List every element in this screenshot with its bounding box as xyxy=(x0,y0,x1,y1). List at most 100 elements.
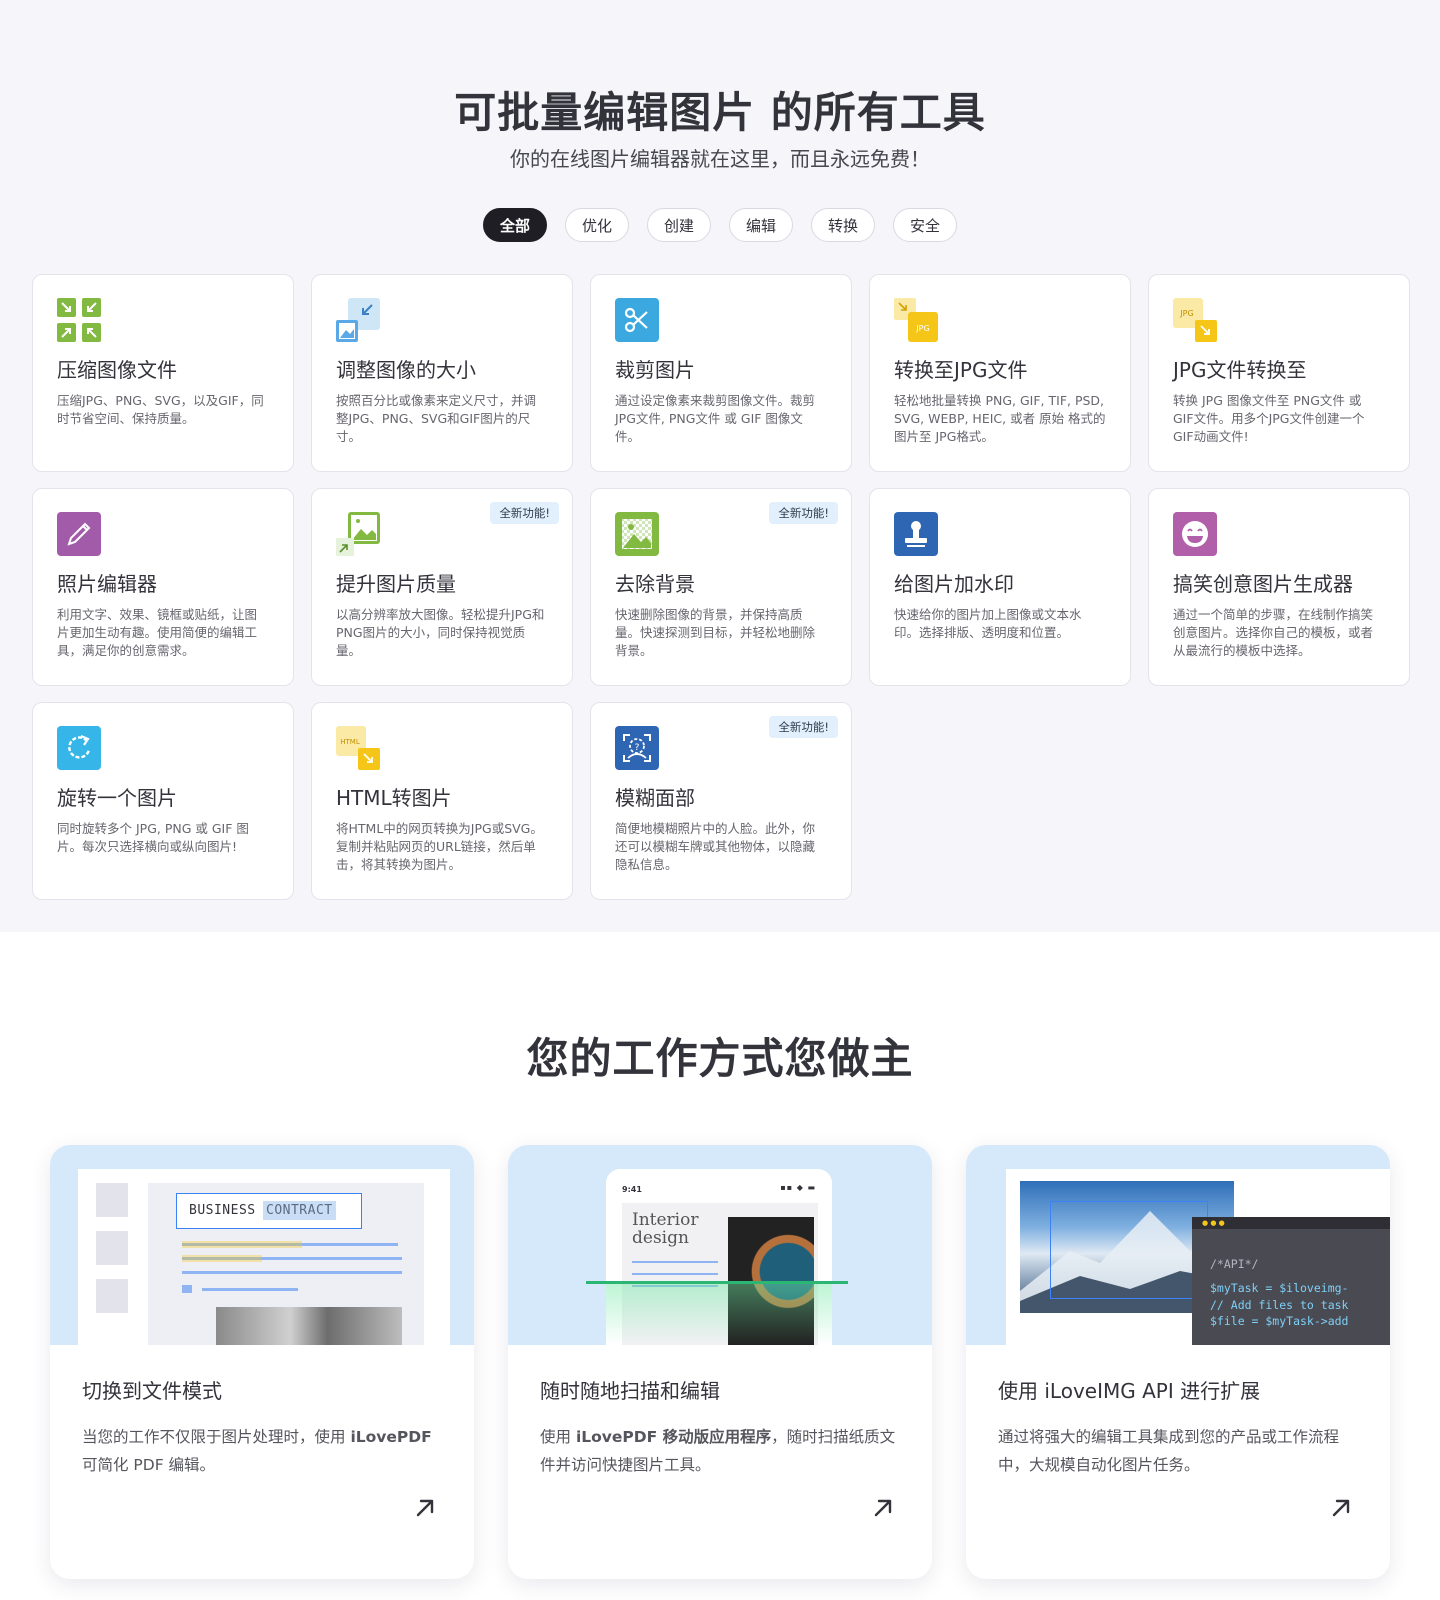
tool-card-11[interactable]: HTML HTML转图片将HTML中的网页转换为JPG或SVG。复制并粘贴网页的… xyxy=(311,702,573,900)
scan-text-line2: design xyxy=(632,1228,689,1248)
tool-title: 提升图片质量 xyxy=(336,572,456,596)
thumbnail-placeholder xyxy=(96,1231,128,1265)
tool-card-0[interactable]: 压缩图像文件压缩JPG、PNG、SVG，以及GIF，同时节省空间、保持质量。 xyxy=(32,274,294,472)
phone-illustration: 9:41 ▪▪ ◆ ▬ Interior design xyxy=(508,1145,932,1345)
filter-pill-3[interactable]: 编辑 xyxy=(729,208,794,242)
tool-title: 调整图像的大小 xyxy=(336,358,476,382)
filter-pill-1[interactable]: 优化 xyxy=(564,208,629,242)
text-line xyxy=(632,1273,718,1275)
work-card-desc: 当您的工作不仅限于图片处理时，使用 iLovePDF 可简化 PDF 编辑。 xyxy=(82,1428,432,1474)
new-feature-badge: 全新功能! xyxy=(490,502,559,524)
scissors-icon xyxy=(615,298,827,342)
thumbnail-placeholder xyxy=(96,1183,128,1217)
tool-description: 将HTML中的网页转换为JPG或SVG。复制并粘贴网页的URL链接，然后单击，将… xyxy=(336,821,543,872)
tool-title: 去除背景 xyxy=(615,572,695,596)
text-line xyxy=(632,1261,718,1263)
tool-description: 利用文字、效果、镜框或贴纸，让图片更加生动有趣。使用简便的编辑工具，满足你的创意… xyxy=(57,607,258,658)
new-feature-badge: 全新功能! xyxy=(769,716,838,738)
tool-description: 快速给你的图片加上图像或文本水印。选择排版、透明度和位置。 xyxy=(894,607,1082,640)
tool-card-4[interactable]: JPG JPG文件转换至转换 JPG 图像文件至 PNG文件 或 GIF文件。用… xyxy=(1148,274,1410,472)
page-subtitle: 你的在线图片编辑器就在这里，而且永远免费！ xyxy=(510,147,930,171)
code-line: /*API*/ xyxy=(1210,1256,1259,1271)
arrow-up-right-icon[interactable] xyxy=(872,1497,894,1519)
page-title: 可批量编辑图片 的所有工具 xyxy=(454,88,986,137)
code-snippet: /*API*/ $myTask = $iloveimg- // Add file… xyxy=(1192,1229,1390,1330)
tool-title: 模糊面部 xyxy=(615,786,695,810)
tool-description: 同时旋转多个 JPG, PNG 或 GIF 图片。每次只选择横向或纵向图片! xyxy=(57,821,249,854)
document-illustration: BUSINESS CONTRACT xyxy=(50,1145,474,1345)
code-line: $file = $myTask->add xyxy=(1210,1314,1349,1328)
category-filter-bar: 全部 优化 创建 编辑 转换 安全 xyxy=(0,208,1440,242)
tool-title: HTML转图片 xyxy=(336,786,452,810)
code-line: // Add files to task xyxy=(1210,1297,1349,1312)
tool-description: 通过一个简单的步骤，在线制作搞笑创意图片。选择你自己的模板，或者从最流行的模板中… xyxy=(1173,607,1374,658)
tool-description: 压缩JPG、PNG、SVG，以及GIF，同时节省空间、保持质量。 xyxy=(57,393,264,426)
arrow-up-right-icon[interactable] xyxy=(414,1497,436,1519)
work-card-title: 切换到文件模式 xyxy=(82,1379,222,1403)
tool-title: 旋转一个图片 xyxy=(57,786,177,810)
phone-clock: 9:41 xyxy=(622,1185,642,1194)
work-card-api[interactable]: ● ● ● /*API*/ $myTask = $iloveimg- // Ad… xyxy=(966,1145,1390,1579)
document-word-a: BUSINESS xyxy=(189,1203,256,1218)
bullet-mark xyxy=(182,1285,192,1293)
tools-section: 可批量编辑图片 的所有工具 你的在线图片编辑器就在这里，而且永远免费！ 全部 优化… xyxy=(0,0,1440,932)
code-window: ● ● ● /*API*/ $myTask = $iloveimg- // Ad… xyxy=(1192,1217,1390,1345)
filter-pill-5[interactable]: 安全 xyxy=(893,208,958,242)
to-jpg-icon: JPG xyxy=(894,298,1106,342)
thumbnail-placeholder xyxy=(96,1279,128,1313)
pencil-icon xyxy=(57,512,269,556)
from-jpg-icon: JPG xyxy=(1173,298,1385,342)
filter-pill-0[interactable]: 全部 xyxy=(482,208,547,242)
svg-text:?: ? xyxy=(635,743,640,753)
work-card-title: 使用 iLoveIMG API 进行扩展 xyxy=(998,1379,1261,1403)
scan-text-line1: Interior xyxy=(632,1210,699,1230)
filter-pill-4[interactable]: 转换 xyxy=(811,208,876,242)
resize-icon xyxy=(336,298,548,342)
tool-card-10[interactable]: 旋转一个图片同时旋转多个 JPG, PNG 或 GIF 图片。每次只选择横向或纵… xyxy=(32,702,294,900)
tool-title: 转换至JPG文件 xyxy=(894,358,1028,382)
tool-card-2[interactable]: 裁剪图片 通过设定像素来裁剪图像文件。裁剪 JPG文件, PNG文件 或 GIF … xyxy=(590,274,852,472)
svg-text:JPG: JPG xyxy=(915,324,929,333)
compress-icon xyxy=(57,298,269,342)
tool-card-7[interactable]: 全新功能! 去除背景快速删除图像的背景，并保持高质量。快速探测到目标，并轻松地删除… xyxy=(590,488,852,686)
text-line xyxy=(202,1288,298,1291)
tool-description: 转换 JPG 图像文件至 PNG文件 或 GIF文件。用多个JPG文件创建一个 … xyxy=(1173,393,1365,444)
tool-description: 以高分辨率放大图像。轻松提升JPG和PNG图片的大小，同时保持视觉质量。 xyxy=(336,607,545,658)
html-icon: HTML xyxy=(336,726,548,770)
new-feature-badge: 全新功能! xyxy=(769,502,838,524)
highlight-mark xyxy=(182,1255,262,1262)
tool-description: 快速删除图像的背景，并保持高质量。快速探测到目标，并轻松地删除背景。 xyxy=(615,607,816,658)
arrow-up-right-icon[interactable] xyxy=(1330,1497,1352,1519)
tool-card-5[interactable]: 照片编辑器利用文字、效果、镜框或贴纸，让图片更加生动有趣。使用简便的编辑工具，满… xyxy=(32,488,294,686)
tool-card-1[interactable]: 调整图像的大小按照百分比或像素来定义尺寸，并调整JPG、PNG、SVG和GIF图… xyxy=(311,274,573,472)
tool-card-9[interactable]: 搞笑创意图片生成器通过一个简单的步骤，在线制作搞笑创意图片。选择你自己的模板，或… xyxy=(1148,488,1410,686)
svg-text:HTML: HTML xyxy=(340,738,360,746)
work-card-desc: 使用 iLovePDF 移动版应用程序，随时扫描纸质文件并访问快捷图片工具。 xyxy=(540,1428,896,1474)
tool-title: 照片编辑器 xyxy=(57,572,157,596)
tool-title: 搞笑创意图片生成器 xyxy=(1173,572,1353,596)
tool-description: 通过设定像素来裁剪图像文件。裁剪 JPG文件, PNG文件 或 GIF 图像文件… xyxy=(615,393,816,444)
tool-title: 压缩图像文件 xyxy=(57,358,177,382)
rotate-icon xyxy=(57,726,269,770)
highlight-mark xyxy=(182,1241,302,1248)
tool-card-6[interactable]: 全新功能! 提升图片质量以高分辨率放大图像。轻松提升JPG和PNG图片的大小，同时… xyxy=(311,488,573,686)
work-card-mobile-app[interactable]: 9:41 ▪▪ ◆ ▬ Interior design 随时随地扫描和编辑 使用… xyxy=(508,1145,932,1579)
tool-card-8[interactable]: 给图片加水印快速给你的图片加上图像或文本水印。选择排版、透明度和位置。 xyxy=(869,488,1131,686)
scan-glow xyxy=(606,1284,832,1345)
tool-title: JPG文件转换至 xyxy=(1173,358,1307,382)
work-card-desc: 通过将强大的编辑工具集成到您的产品或工作流程中，大规模自动化图片任务。 xyxy=(998,1428,1340,1474)
tool-card-12[interactable]: ? 全新功能! 模糊面部简便地模糊照片中的人脸。此外，你还可以模糊车牌或其他物体，… xyxy=(590,702,852,900)
signal-icon: ▪▪ ◆ ▬ xyxy=(780,1183,816,1192)
stamp-icon xyxy=(894,512,1106,556)
work-card-pdf-mode[interactable]: BUSINESS CONTRACT 切换到文件模式 当您的工作不仅限于图片处理时… xyxy=(50,1145,474,1579)
text-line xyxy=(182,1271,402,1274)
filter-pill-2[interactable]: 创建 xyxy=(646,208,711,242)
tool-description: 按照百分比或像素来定义尺寸，并调整JPG、PNG、SVG和GIF图片的尺寸。 xyxy=(336,393,537,444)
code-line: $myTask = $iloveimg- xyxy=(1210,1281,1349,1295)
tool-description: 简便地模糊照片中的人脸。此外，你还可以模糊车牌或其他物体，以隐藏隐私信息。 xyxy=(615,821,816,872)
svg-text:JPG: JPG xyxy=(1179,309,1193,318)
selection-box: BUSINESS CONTRACT xyxy=(176,1193,362,1229)
tool-title: 给图片加水印 xyxy=(894,572,1014,596)
document-word-b: CONTRACT xyxy=(263,1201,336,1220)
tool-card-3[interactable]: JPG 转换至JPG文件 轻松地批量转换 PNG, GIF, TIF, PSD, S… xyxy=(869,274,1131,472)
